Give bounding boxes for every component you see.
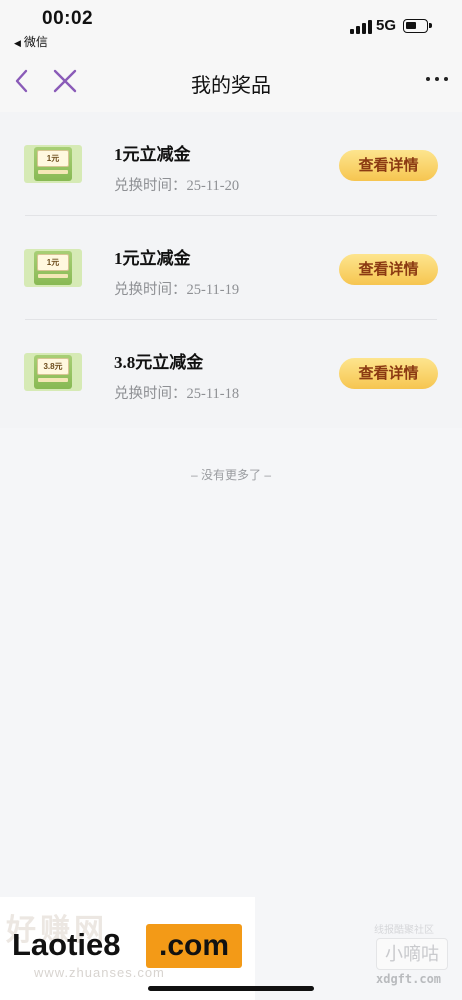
network-type: 5G bbox=[376, 17, 397, 34]
prize-item: 3.8元 3.8元立减金 兑换时间：25-11-18 查看详情 bbox=[0, 320, 462, 424]
coupon-icon: 3.8元 bbox=[24, 353, 82, 391]
prize-name: 3.8元立减金 bbox=[114, 353, 204, 372]
back-triangle-icon: ◀ bbox=[14, 38, 21, 48]
view-details-button[interactable]: 查看详情 bbox=[339, 254, 438, 285]
watermark-right-caption: 线报酷聚社区 bbox=[374, 925, 434, 936]
signal-icon bbox=[350, 20, 372, 34]
watermark-domain: .com bbox=[146, 924, 242, 968]
nav-bar: 我的奖品 bbox=[0, 52, 462, 112]
view-details-button[interactable]: 查看详情 bbox=[339, 358, 438, 389]
prize-time: 兑换时间：25-11-20 bbox=[114, 178, 240, 194]
coupon-value: 1元 bbox=[46, 154, 60, 163]
prize-list: 1元 1元立减金 兑换时间：25-11-20 查看详情 1元 1元立减金 兑换时… bbox=[0, 112, 462, 428]
coupon-value: 1元 bbox=[46, 258, 60, 267]
no-more-text: – 没有更多了 – bbox=[190, 468, 272, 482]
prize-item: 1元 1元立减金 兑换时间：25-11-20 查看详情 bbox=[0, 112, 462, 216]
battery-icon bbox=[403, 19, 432, 33]
prize-name: 1元立减金 bbox=[114, 145, 191, 164]
prize-item: 1元 1元立减金 兑换时间：25-11-19 查看详情 bbox=[0, 216, 462, 320]
back-app-label: 微信 bbox=[23, 35, 48, 49]
back-to-app[interactable]: ◀ 微信 bbox=[14, 33, 48, 50]
home-indicator[interactable] bbox=[148, 986, 314, 991]
status-bar: 00:02 ◀ 微信 5G bbox=[0, 0, 462, 52]
coupon-value: 3.8元 bbox=[43, 362, 63, 371]
status-time: 00:02 bbox=[42, 8, 94, 29]
coupon-icon: 1元 bbox=[24, 249, 82, 287]
watermark-url: www.zhuanses.com bbox=[34, 965, 165, 980]
prize-time: 兑换时间：25-11-19 bbox=[114, 282, 240, 298]
watermark-right-brand: 小嘀咕 bbox=[376, 938, 448, 970]
prize-time: 兑换时间：25-11-18 bbox=[114, 386, 240, 402]
view-details-button[interactable]: 查看详情 bbox=[339, 150, 438, 181]
watermark-left: 好赚网 Laotie8 .com www.zhuanses.com bbox=[0, 897, 255, 1000]
coupon-icon: 1元 bbox=[24, 145, 82, 183]
page-title: 我的奖品 bbox=[191, 75, 271, 97]
prize-name: 1元立减金 bbox=[114, 249, 191, 268]
more-dots-icon[interactable] bbox=[426, 77, 448, 83]
watermark-right-url: xdgft.com bbox=[376, 972, 442, 986]
watermark-brand: Laotie8 bbox=[12, 927, 121, 962]
